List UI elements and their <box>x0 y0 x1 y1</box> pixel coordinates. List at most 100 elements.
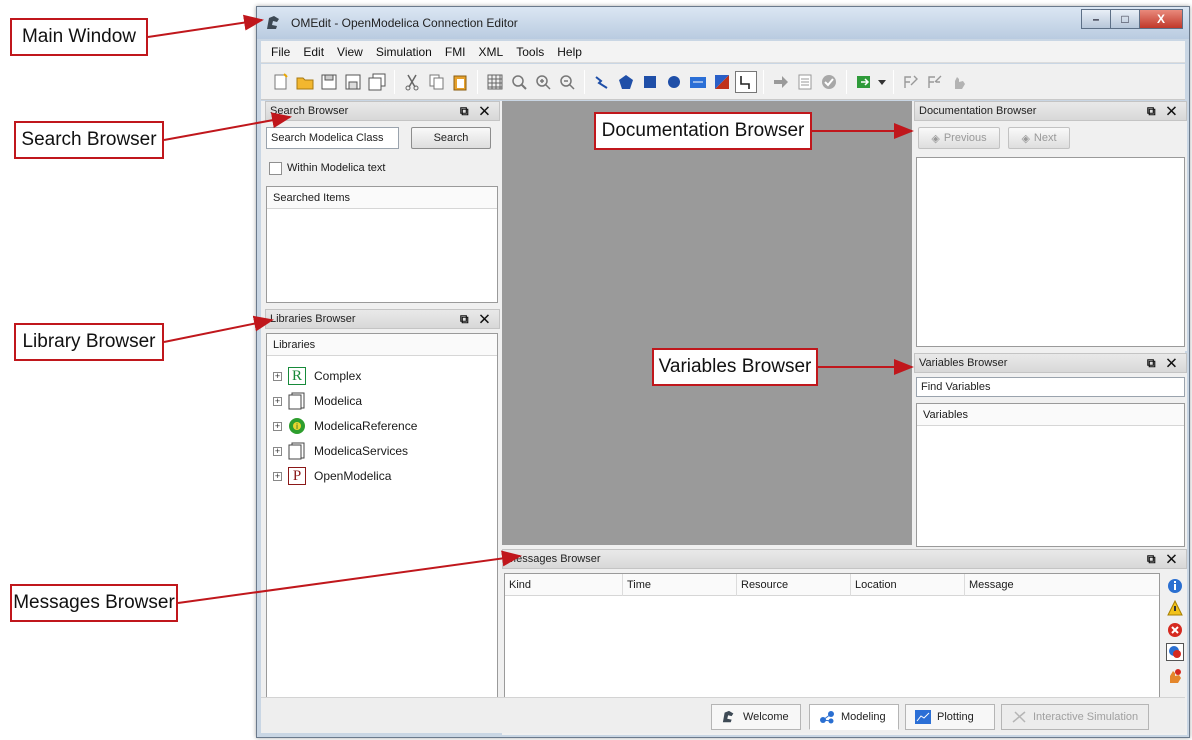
expand-icon[interactable]: + <box>273 421 282 431</box>
complex-record-icon: R <box>288 367 306 385</box>
zoom-reset-icon[interactable] <box>508 71 530 93</box>
menu-edit[interactable]: Edit <box>299 45 333 59</box>
find-variables-input[interactable]: Find Variables <box>916 377 1185 397</box>
minimize-button[interactable]: – <box>1081 9 1111 29</box>
search-browser-titlebar[interactable]: Search Browser ⧉ ✕ <box>265 101 500 121</box>
menu-view[interactable]: View <box>333 45 372 59</box>
info-filter-icon[interactable] <box>1166 577 1184 595</box>
dock-float-close-icons[interactable]: ⧉ ✕ <box>1147 552 1180 567</box>
column-location[interactable]: Location <box>851 574 965 596</box>
library-item-modelicaservices[interactable]: + ModelicaServices <box>273 441 408 461</box>
hand-icon[interactable] <box>948 71 970 93</box>
tab-label: Modeling <box>841 711 886 723</box>
library-item-modelica[interactable]: + Modelica <box>273 391 362 411</box>
maximize-button[interactable]: □ <box>1110 9 1140 29</box>
dock-float-close-icons[interactable]: ⧉ ✕ <box>460 104 493 119</box>
menu-simulation[interactable]: Simulation <box>372 45 441 59</box>
tab-interactive-simulation[interactable]: Interactive Simulation <box>1001 704 1149 730</box>
dock-float-close-icons[interactable]: ⧉ ✕ <box>1147 104 1180 119</box>
ellipse-tool-icon[interactable] <box>663 71 685 93</box>
simulation-setup-icon[interactable] <box>794 71 816 93</box>
error-filter-icon[interactable] <box>1166 621 1184 639</box>
toolbar-separator <box>584 69 585 94</box>
save-as-icon[interactable] <box>342 71 364 93</box>
fmi-import-icon[interactable] <box>924 71 946 93</box>
menu-file[interactable]: File <box>267 45 299 59</box>
client-area: Search Browser ⧉ ✕ Search Modelica Class… <box>261 101 1187 735</box>
modeling-canvas-area[interactable] <box>502 101 912 545</box>
menu-xml[interactable]: XML <box>475 45 513 59</box>
zoom-in-icon[interactable] <box>532 71 554 93</box>
line-tool-icon[interactable] <box>591 71 613 93</box>
new-file-icon[interactable] <box>270 71 292 93</box>
expand-icon[interactable]: + <box>273 396 282 406</box>
library-item-complex[interactable]: + R Complex <box>273 366 361 386</box>
open-folder-icon[interactable] <box>294 71 316 93</box>
column-message[interactable]: Message <box>965 574 1161 596</box>
documentation-browser-title: Documentation Browser <box>919 105 1037 117</box>
column-resource[interactable]: Resource <box>737 574 851 596</box>
expand-icon[interactable]: + <box>273 371 282 381</box>
tab-welcome[interactable]: Welcome <box>711 704 801 730</box>
menu-fmi[interactable]: FMI <box>441 45 475 59</box>
next-label: Next <box>1033 132 1057 144</box>
toolbar-separator <box>846 69 847 94</box>
libraries-browser-titlebar[interactable]: Libraries Browser ⧉ ✕ <box>265 309 500 329</box>
next-button[interactable]: ◈ Next <box>1008 127 1070 149</box>
column-time[interactable]: Time <box>623 574 737 596</box>
search-button[interactable]: Search <box>411 127 491 149</box>
rectangle-tool-icon[interactable] <box>639 71 661 93</box>
warning-filter-icon[interactable] <box>1166 599 1184 617</box>
within-modelica-text-label: Within Modelica text <box>287 162 386 174</box>
window-title: OMEdit - OpenModelica Connection Editor <box>291 16 518 30</box>
simulate-icon[interactable] <box>770 71 792 93</box>
library-label: ModelicaReference <box>314 419 418 433</box>
library-item-modelicareference[interactable]: + i ModelicaReference <box>273 416 417 436</box>
within-modelica-text-checkbox[interactable] <box>269 162 282 175</box>
variables-tree[interactable]: Variables <box>916 403 1185 547</box>
zoom-out-icon[interactable] <box>556 71 578 93</box>
dock-float-close-icons[interactable]: ⧉ ✕ <box>1147 356 1180 371</box>
save-all-icon[interactable] <box>366 71 388 93</box>
variables-browser-titlebar[interactable]: Variables Browser ⧉ ✕ <box>914 353 1187 373</box>
dock-float-close-icons[interactable]: ⧉ ✕ <box>460 312 493 327</box>
menu-tools[interactable]: Tools <box>512 45 553 59</box>
search-browser-title: Search Browser <box>270 105 349 117</box>
title-bar[interactable]: OMEdit - OpenModelica Connection Editor … <box>257 7 1189 39</box>
tab-modeling[interactable]: Modeling <box>809 704 899 730</box>
connect-mode-icon[interactable] <box>735 70 757 93</box>
library-label: ModelicaServices <box>314 444 409 458</box>
cut-icon[interactable] <box>401 71 423 93</box>
expand-icon[interactable]: + <box>273 446 282 456</box>
tab-plotting[interactable]: Plotting <box>905 704 995 730</box>
package-icon <box>288 392 306 410</box>
paste-icon[interactable] <box>449 71 471 93</box>
text-tool-icon[interactable] <box>687 71 709 93</box>
messages-browser-titlebar[interactable]: Messages Browser ⧉ ✕ <box>502 549 1187 569</box>
all-messages-filter-icon[interactable] <box>1166 643 1184 661</box>
polygon-tool-icon[interactable] <box>615 71 637 93</box>
previous-button[interactable]: ◈ Previous <box>918 127 1000 149</box>
documentation-view[interactable] <box>916 157 1185 347</box>
copy-icon[interactable] <box>425 71 447 93</box>
close-button[interactable]: X <box>1139 9 1183 29</box>
bitmap-tool-icon[interactable] <box>711 71 733 93</box>
library-item-openmodelica[interactable]: + P OpenModelica <box>273 466 391 486</box>
documentation-browser-titlebar[interactable]: Documentation Browser ⧉ ✕ <box>914 101 1187 121</box>
fmi-export-icon[interactable] <box>900 71 922 93</box>
column-kind[interactable]: Kind <box>505 574 623 596</box>
package-icon <box>288 442 306 460</box>
libraries-tree: Libraries + R Complex + Modelica + i Mod… <box>266 333 498 733</box>
chevron-down-icon[interactable] <box>877 71 887 93</box>
export-icon[interactable] <box>853 71 875 93</box>
clear-messages-icon[interactable] <box>1166 667 1184 685</box>
search-input[interactable]: Search Modelica Class <box>266 127 399 149</box>
check-model-icon[interactable] <box>818 71 840 93</box>
modeling-icon <box>818 709 836 725</box>
save-icon[interactable] <box>318 71 340 93</box>
searched-items-list[interactable]: Searched Items <box>266 186 498 303</box>
expand-icon[interactable]: + <box>273 471 282 481</box>
grid-icon[interactable] <box>484 71 506 93</box>
menu-help[interactable]: Help <box>553 45 591 59</box>
tab-label: Interactive Simulation <box>1033 711 1139 723</box>
